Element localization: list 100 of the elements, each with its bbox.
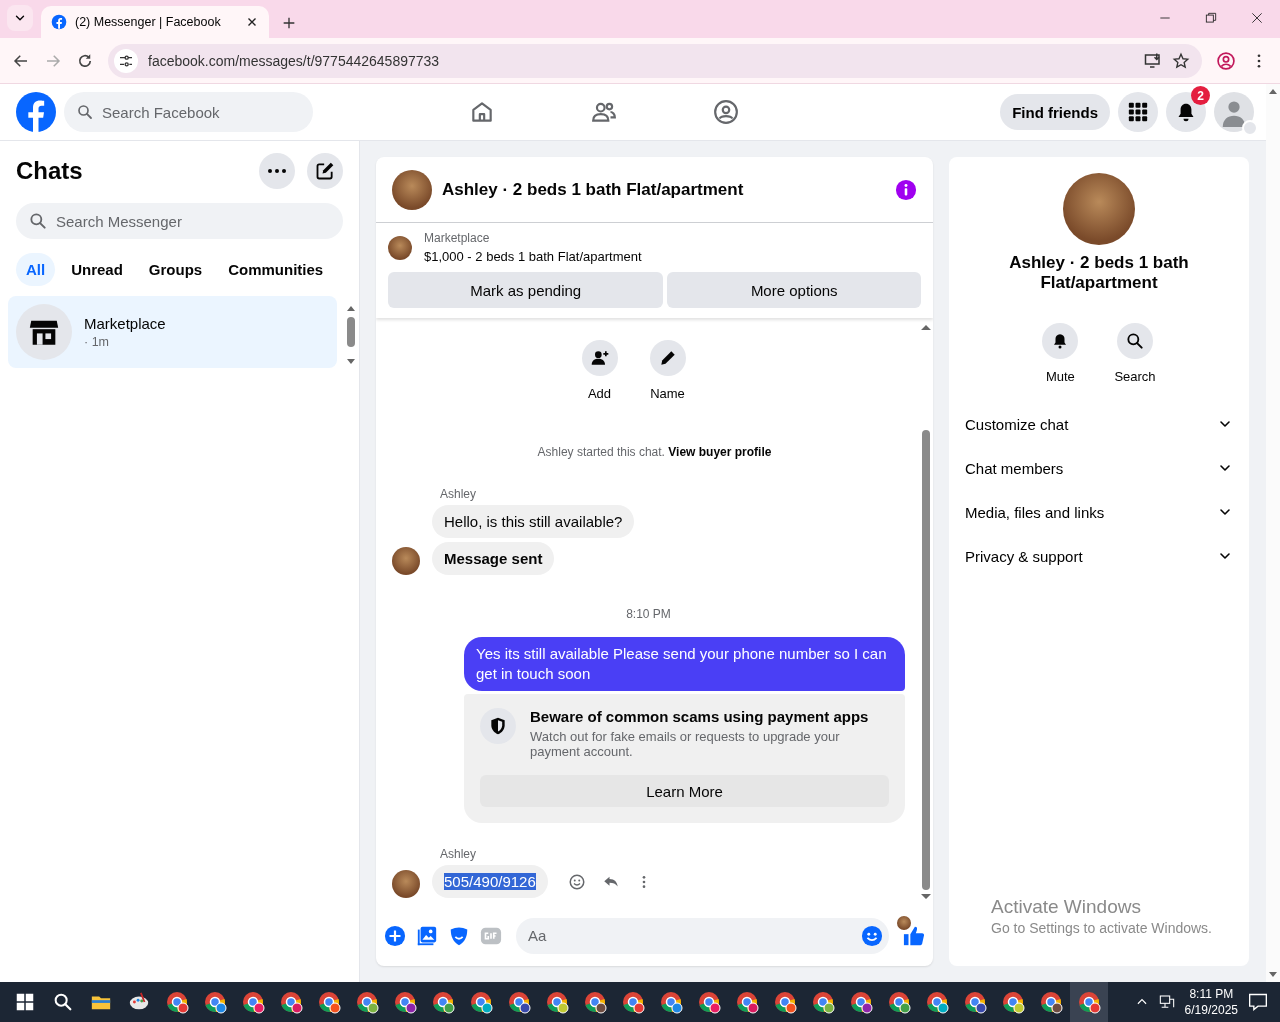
mute-button[interactable] xyxy=(1042,323,1079,359)
message-bubble: Message sent xyxy=(432,542,555,575)
search-button[interactable] xyxy=(1117,323,1153,359)
listing-title: $1,000 - 2 beds 1 bath Flat/apartment xyxy=(424,249,642,264)
install-app-icon[interactable] xyxy=(1144,51,1162,70)
browser-profile-icon xyxy=(735,990,759,1014)
browser-profile-icon xyxy=(1039,990,1063,1014)
browser-profile-icon xyxy=(621,990,645,1014)
info-icon[interactable] xyxy=(895,178,917,201)
action-button[interactable]: More options xyxy=(667,272,921,308)
browser-profile-icon xyxy=(203,990,227,1014)
search-field[interactable]: Search Messenger xyxy=(16,203,343,239)
filter-tab[interactable]: Groups xyxy=(138,253,213,286)
photo-icon[interactable] xyxy=(416,924,438,947)
section-header[interactable]: Chat members xyxy=(957,446,1241,490)
menu-grid-button[interactable] xyxy=(1118,92,1158,132)
action-label: Mute xyxy=(1045,369,1075,384)
grid-icon xyxy=(1128,102,1148,122)
shield-glyph-icon xyxy=(488,716,508,736)
browser-profile-icon xyxy=(165,990,189,1014)
clock-time: 8:11 PM xyxy=(1188,986,1235,1002)
scrollbar[interactable] xyxy=(921,322,931,902)
compose-icon xyxy=(315,161,335,181)
url-text: facebook.com/messages/t/9775442645897733 xyxy=(148,52,441,69)
profile-icon[interactable] xyxy=(1216,50,1236,71)
facebook-logo-icon[interactable] xyxy=(16,92,56,132)
browser-profile-icon xyxy=(925,990,949,1014)
more-horizontal-icon xyxy=(268,169,286,173)
notification-icon[interactable] xyxy=(1248,992,1268,1012)
tab-list-button[interactable] xyxy=(7,5,33,31)
timestamp: 8:10 PM xyxy=(625,607,672,621)
browser-profile-icon xyxy=(431,990,455,1014)
conversation-time: · 1m xyxy=(84,335,110,349)
emoji-icon[interactable] xyxy=(861,924,883,947)
new-message-button[interactable] xyxy=(307,153,343,189)
listing-photo[interactable] xyxy=(392,169,432,210)
options-button[interactable] xyxy=(259,153,295,189)
browser-profile-icon xyxy=(317,990,341,1014)
star-icon[interactable] xyxy=(1172,51,1190,70)
add-button[interactable] xyxy=(581,340,618,376)
smiley-icon[interactable] xyxy=(567,872,586,891)
filter-tab[interactable]: Unread xyxy=(61,253,133,286)
read-receipt-avatar xyxy=(897,916,911,930)
close-icon[interactable] xyxy=(1250,11,1264,25)
add-person-icon xyxy=(589,348,610,368)
activation-title: Activate Windows xyxy=(991,896,1142,918)
listing-source: Marketplace xyxy=(424,231,491,245)
avatar[interactable] xyxy=(392,547,420,575)
address-bar[interactable]: facebook.com/messages/t/9775442645897733 xyxy=(108,43,1202,78)
activation-subtitle: Go to Settings to activate Windows. xyxy=(991,920,1212,936)
browser-profile-icon xyxy=(545,990,569,1014)
sender-name: Ashley xyxy=(440,487,478,501)
browser-profile-icon xyxy=(1077,990,1101,1014)
action-label: Name xyxy=(650,386,685,401)
learn-more-button[interactable]: Learn More xyxy=(480,775,889,807)
windows-logo-icon xyxy=(16,993,34,1011)
action-label: Search xyxy=(1114,369,1156,384)
message-bubble: 505/490/9126 xyxy=(432,865,548,898)
restore-icon[interactable] xyxy=(1204,11,1218,25)
listing-photo xyxy=(388,235,412,260)
action-button[interactable]: Mark as pending xyxy=(388,272,664,308)
notifications-button[interactable] xyxy=(1166,92,1206,132)
site-settings-icon[interactable] xyxy=(114,48,138,73)
message-input[interactable]: Aa xyxy=(516,917,889,954)
clock-date: 6/19/2025 xyxy=(1184,1002,1238,1018)
conversation-item[interactable]: Marketplace · 1m xyxy=(8,296,337,368)
conversation-name: Ashley · 2 beds 1 bath Flat/apartment xyxy=(1008,253,1190,293)
section-header[interactable]: Customize chat xyxy=(957,402,1241,446)
browser-tab[interactable]: (2) Messenger | Facebook xyxy=(41,6,269,38)
avatar[interactable] xyxy=(392,870,420,898)
search-field[interactable]: Search Facebook xyxy=(64,92,313,132)
browser-profile-icon xyxy=(241,990,265,1014)
find-friends-button[interactable]: Find friends xyxy=(1000,94,1110,130)
network-icon[interactable] xyxy=(1158,994,1175,1010)
browser-profile-icon xyxy=(659,990,683,1014)
profile-avatar[interactable] xyxy=(1214,92,1254,132)
warning-text: Watch out for fake emails or requests to upgrade your payment account. xyxy=(530,729,841,759)
message-bubble: Yes its still available Please send your phone number so I can get in touch soon xyxy=(464,637,905,691)
new-tab-button[interactable] xyxy=(281,15,297,31)
warning-title: Beware of common scams using payment apps xyxy=(530,708,870,725)
thumbs-up-icon[interactable] xyxy=(903,924,925,947)
plus-circle-icon[interactable] xyxy=(384,924,406,947)
chat-notice: Ashley started this chat. View buyer profile xyxy=(536,445,773,459)
conversation-name: Marketplace xyxy=(84,315,166,332)
view-profile-link[interactable]: View buyer profile xyxy=(668,445,772,459)
name-button[interactable] xyxy=(649,340,686,376)
search-icon xyxy=(1125,331,1145,351)
filter-tab[interactable]: Communities xyxy=(218,253,334,286)
home-icon[interactable] xyxy=(469,99,495,125)
browser-profile-icon xyxy=(697,990,721,1014)
browser-profile-icon xyxy=(963,990,987,1014)
browser-window-button[interactable] xyxy=(1070,982,1108,1022)
message-bubble: Hello, is this still available? xyxy=(432,505,635,538)
facebook-logo-icon xyxy=(51,14,67,30)
filter-tab[interactable]: All xyxy=(16,253,56,286)
groups-icon[interactable] xyxy=(713,99,739,125)
browser-profile-icon xyxy=(393,990,417,1014)
browser-profile-icon xyxy=(583,990,607,1014)
section-header[interactable]: Media, files and links xyxy=(957,490,1241,534)
section-header[interactable]: Privacy & support xyxy=(957,534,1241,578)
